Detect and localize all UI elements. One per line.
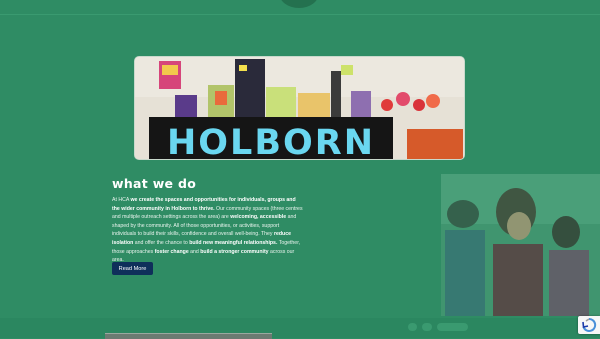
recaptcha-icon	[582, 318, 597, 332]
body-text-segment: build a stronger community	[200, 248, 269, 255]
body-text-segment: welcoming, accessible	[230, 214, 287, 221]
community-photo	[441, 174, 600, 316]
hero-image-holborn-sign: HOLBORN	[135, 57, 464, 159]
body-text-segment: and offer the chance to	[133, 239, 190, 246]
section-heading: what we do	[112, 176, 197, 191]
cookie-button[interactable]	[437, 323, 468, 331]
cookie-button[interactable]	[422, 323, 432, 331]
body-text-segment: foster change	[154, 248, 189, 255]
hero-sign-text: HOLBORN	[167, 123, 375, 159]
body-text-segment: At HCA	[112, 197, 131, 203]
recaptcha-badge[interactable]	[578, 316, 600, 334]
read-more-button[interactable]: Read More	[112, 262, 153, 275]
cookie-button[interactable]	[408, 323, 417, 331]
cookie-bar	[0, 318, 600, 338]
top-bar	[0, 0, 600, 15]
body-text-segment: build new meaningful relationships.	[189, 239, 278, 246]
image-thumbnail	[105, 333, 272, 339]
site-logo[interactable]	[279, 0, 319, 8]
body-text-segment: and	[188, 248, 201, 255]
section-body: At HCA we create the spaces and opportun…	[112, 196, 304, 265]
